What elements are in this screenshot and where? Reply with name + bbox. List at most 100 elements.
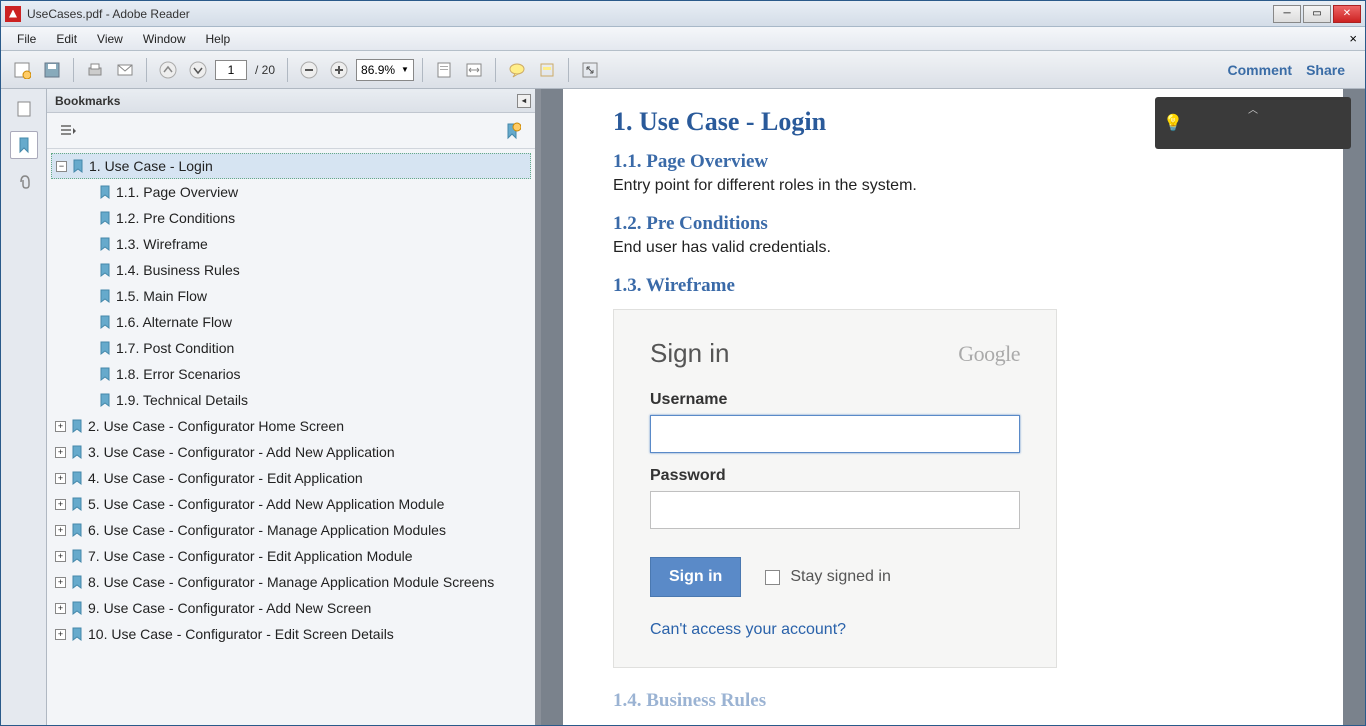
- bookmark-node[interactable]: +10. Use Case - Configurator - Edit Scre…: [51, 621, 531, 647]
- minimize-button[interactable]: ─: [1273, 5, 1301, 23]
- signin-button[interactable]: Sign in: [650, 557, 741, 597]
- expander-plus-icon[interactable]: +: [55, 499, 66, 510]
- bookmark-node[interactable]: +6. Use Case - Configurator - Manage App…: [51, 517, 531, 543]
- close-button[interactable]: ✕: [1333, 5, 1361, 23]
- menu-file[interactable]: File: [7, 29, 46, 49]
- doc-subheading: 1.1. Page Overview: [613, 151, 1293, 173]
- menu-edit[interactable]: Edit: [46, 29, 87, 49]
- bookmark-label: 1. Use Case - Login: [89, 158, 213, 174]
- page-up-icon[interactable]: [155, 57, 181, 83]
- bookmark-icon: [70, 549, 84, 563]
- expander-plus-icon[interactable]: +: [55, 551, 66, 562]
- highlight-icon[interactable]: [534, 57, 560, 83]
- bookmark-label: 5. Use Case - Configurator - Add New App…: [88, 496, 444, 512]
- bookmark-node[interactable]: +7. Use Case - Configurator - Edit Appli…: [51, 543, 531, 569]
- bookmark-node[interactable]: +3. Use Case - Configurator - Add New Ap…: [51, 439, 531, 465]
- bookmark-node[interactable]: 1.9. Technical Details: [79, 387, 531, 413]
- menu-help[interactable]: Help: [196, 29, 241, 49]
- bookmark-icon: [98, 393, 112, 407]
- expander-plus-icon[interactable]: +: [55, 525, 66, 536]
- expander-plus-icon[interactable]: +: [55, 447, 66, 458]
- bookmark-node[interactable]: 1.2. Pre Conditions: [79, 205, 531, 231]
- bookmark-label: 1.6. Alternate Flow: [116, 314, 232, 330]
- bookmark-node[interactable]: +8. Use Case - Configurator - Manage App…: [51, 569, 531, 595]
- open-file-icon[interactable]: [9, 57, 35, 83]
- stay-signed-checkbox[interactable]: [765, 570, 780, 585]
- bookmark-node[interactable]: 1.3. Wireframe: [79, 231, 531, 257]
- bookmark-icon: [70, 419, 84, 433]
- bookmark-node[interactable]: +9. Use Case - Configurator - Add New Sc…: [51, 595, 531, 621]
- bookmark-icon: [98, 263, 112, 277]
- bookmark-node[interactable]: 1.5. Main Flow: [79, 283, 531, 309]
- print-icon[interactable]: [82, 57, 108, 83]
- fit-width-icon[interactable]: [461, 57, 487, 83]
- password-input[interactable]: [650, 491, 1020, 529]
- wireframe-signin: Sign in Google Username Password Sign in…: [613, 309, 1057, 668]
- bookmark-icon: [70, 445, 84, 459]
- bookmark-icon: [98, 237, 112, 251]
- username-input[interactable]: [650, 415, 1020, 453]
- maximize-button[interactable]: ▭: [1303, 5, 1331, 23]
- bookmarks-panel-icon[interactable]: [10, 131, 38, 159]
- bookmark-icon: [98, 185, 112, 199]
- expander-plus-icon[interactable]: +: [55, 577, 66, 588]
- doc-text: Entry point for different roles in the s…: [613, 177, 1293, 195]
- expander-plus-icon[interactable]: +: [55, 629, 66, 640]
- bookmark-node-root[interactable]: − 1. Use Case - Login: [51, 153, 531, 179]
- zoom-select[interactable]: 86.9%▼: [356, 59, 414, 81]
- page-number-input[interactable]: [215, 60, 247, 80]
- read-mode-icon[interactable]: [577, 57, 603, 83]
- bookmark-node[interactable]: +5. Use Case - Configurator - Add New Ap…: [51, 491, 531, 517]
- zoom-in-icon[interactable]: [326, 57, 352, 83]
- fit-page-icon[interactable]: [431, 57, 457, 83]
- bookmark-label: 1.4. Business Rules: [116, 262, 240, 278]
- left-rail: [1, 89, 47, 725]
- zoom-out-icon[interactable]: [296, 57, 322, 83]
- menu-view[interactable]: View: [87, 29, 133, 49]
- bookmark-label: 1.3. Wireframe: [116, 236, 208, 252]
- tip-overlay[interactable]: ︿ 💡: [1155, 97, 1351, 149]
- cant-access-link[interactable]: Can't access your account?: [650, 621, 1020, 639]
- bookmark-icon: [98, 341, 112, 355]
- bookmarks-header: Bookmarks ◂: [47, 89, 535, 113]
- bookmark-node[interactable]: 1.8. Error Scenarios: [79, 361, 531, 387]
- attachments-panel-icon[interactable]: [10, 167, 38, 195]
- bookmark-options-icon[interactable]: [55, 118, 81, 144]
- save-icon[interactable]: [39, 57, 65, 83]
- adobe-reader-icon: [5, 6, 21, 22]
- bookmark-icon: [98, 315, 112, 329]
- page-down-icon[interactable]: [185, 57, 211, 83]
- mdi-close-icon[interactable]: ×: [1349, 31, 1357, 46]
- bookmark-node[interactable]: 1.7. Post Condition: [79, 335, 531, 361]
- bookmark-label: 4. Use Case - Configurator - Edit Applic…: [88, 470, 363, 486]
- expander-minus-icon[interactable]: −: [56, 161, 67, 172]
- bookmark-icon: [98, 367, 112, 381]
- document-area[interactable]: 1. Use Case - Login 1.1. Page Overview E…: [541, 89, 1365, 725]
- collapse-panel-icon[interactable]: ◂: [517, 94, 531, 108]
- sticky-note-icon[interactable]: [504, 57, 530, 83]
- bookmark-node[interactable]: +2. Use Case - Configurator Home Screen: [51, 413, 531, 439]
- bookmark-node[interactable]: 1.6. Alternate Flow: [79, 309, 531, 335]
- username-label: Username: [650, 391, 1020, 409]
- bookmark-label: 1.8. Error Scenarios: [116, 366, 241, 382]
- email-icon[interactable]: [112, 57, 138, 83]
- expander-plus-icon[interactable]: +: [55, 603, 66, 614]
- bookmark-label: 1.7. Post Condition: [116, 340, 234, 356]
- bookmark-node[interactable]: 1.4. Business Rules: [79, 257, 531, 283]
- menu-window[interactable]: Window: [133, 29, 196, 49]
- share-button[interactable]: Share: [1306, 62, 1345, 78]
- new-bookmark-icon[interactable]: [499, 118, 525, 144]
- bookmark-label: 9. Use Case - Configurator - Add New Scr…: [88, 600, 371, 616]
- expander-plus-icon[interactable]: +: [55, 473, 66, 484]
- bookmark-node[interactable]: +4. Use Case - Configurator - Edit Appli…: [51, 465, 531, 491]
- pdf-page: 1. Use Case - Login 1.1. Page Overview E…: [563, 89, 1343, 725]
- thumbnails-panel-icon[interactable]: [10, 95, 38, 123]
- window-title: UseCases.pdf - Adobe Reader: [27, 7, 1273, 21]
- bookmark-node[interactable]: 1.1. Page Overview: [79, 179, 531, 205]
- bookmark-label: 1.5. Main Flow: [116, 288, 207, 304]
- bookmark-label: 6. Use Case - Configurator - Manage Appl…: [88, 522, 446, 538]
- comment-button[interactable]: Comment: [1228, 62, 1293, 78]
- toolbar: / 20 86.9%▼ Comment Share: [1, 51, 1365, 89]
- expander-plus-icon[interactable]: +: [55, 421, 66, 432]
- signin-title: Sign in: [650, 338, 730, 369]
